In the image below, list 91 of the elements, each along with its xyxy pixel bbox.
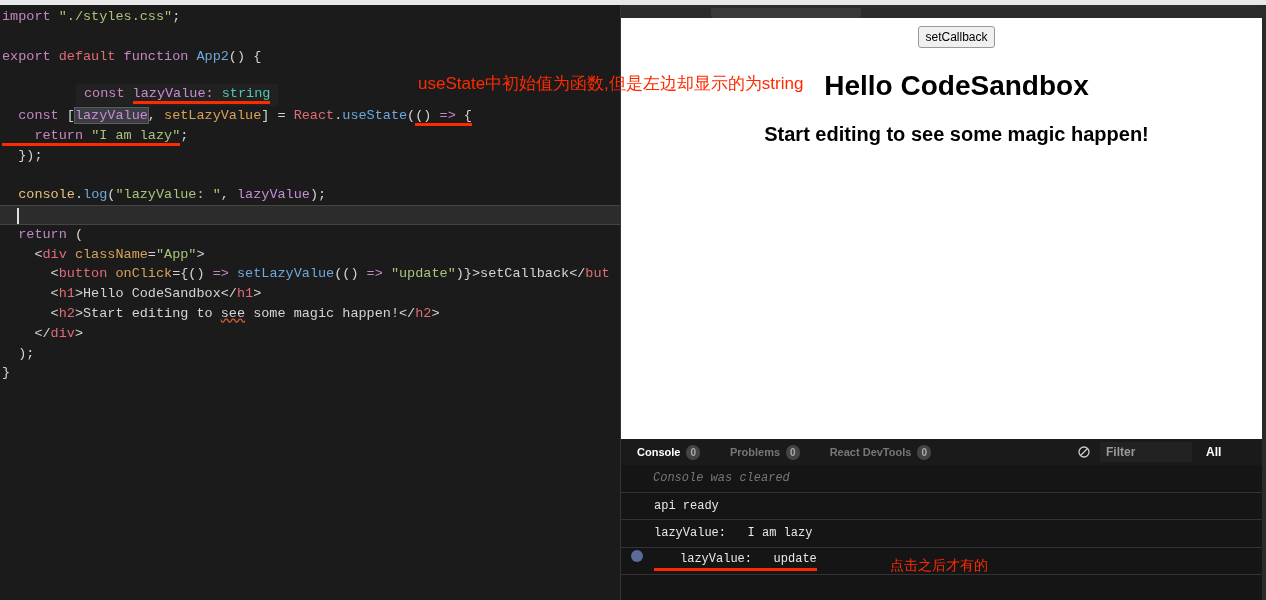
code-token: = — [147, 246, 156, 262]
code-token: { — [455, 108, 472, 126]
code-token: ); — [17, 345, 35, 361]
code-token: < — [49, 266, 59, 282]
code-token: App2 — [196, 48, 229, 64]
preview-heading: Hello CodeSandbox — [824, 69, 1089, 103]
set-callback-button[interactable]: setCallback — [918, 26, 995, 48]
code-token: h2 — [415, 305, 432, 321]
code-token: useState — [342, 108, 408, 123]
code-token: > — [431, 305, 440, 321]
clear-icon[interactable] — [1078, 446, 1090, 458]
preview-subheading: Start editing to see some magic happen! — [764, 122, 1149, 147]
code-token: "update" — [390, 266, 456, 282]
code-token: . — [74, 187, 84, 203]
code-token: h1 — [58, 286, 75, 302]
code-token: h1 — [236, 286, 254, 302]
code-token: but — [585, 266, 610, 282]
code-token: > — [196, 246, 205, 262]
code-token: setLazyValue — [237, 266, 335, 282]
filter-field[interactable]: Filter — [1100, 442, 1192, 462]
code-token: import — [2, 9, 52, 24]
code-token: , — [220, 187, 230, 203]
code-token: ( — [107, 187, 116, 203]
code-token: setLazyValue — [164, 108, 262, 123]
code-token: ( — [73, 226, 83, 242]
code-token: const — [84, 86, 126, 101]
code-token: onClick — [115, 266, 173, 282]
code-token: )}>setCallback</ — [455, 266, 586, 282]
log-level-select[interactable]: All — [1206, 443, 1246, 461]
code-token: lazyValue — [237, 187, 310, 203]
code-token: return — [2, 127, 92, 146]
code-token: function — [123, 48, 190, 64]
code-token: log — [83, 187, 108, 203]
code-token: ={() — [172, 266, 206, 282]
code-token: lazyValue: — [132, 86, 222, 104]
code-token: => — [439, 108, 456, 126]
code-token: . — [334, 108, 343, 123]
code-token: => — [366, 266, 384, 282]
code-token: see — [220, 305, 246, 321]
log-message: api ready — [654, 497, 719, 515]
count-badge: 0 — [786, 444, 800, 460]
code-token: >Start editing to — [74, 305, 214, 321]
code-token: export — [2, 48, 52, 64]
code-token: ; — [172, 9, 181, 24]
code-token: () — [415, 108, 440, 126]
count-badge: 0 — [686, 444, 700, 460]
annotation-text: 点击之后才有的 — [890, 556, 988, 576]
code-token: </ — [33, 325, 51, 341]
console-notice: Console was cleared — [653, 470, 790, 488]
log-message: lazyValue: update — [654, 550, 817, 572]
code-token: ); — [309, 187, 327, 203]
code-token: ; — [180, 127, 189, 143]
text-cursor — [17, 207, 19, 224]
code-token: < — [49, 286, 59, 302]
code-token: div — [50, 325, 75, 341]
code-token: }); — [17, 147, 43, 163]
code-token: className — [74, 246, 148, 262]
code-token: React — [293, 108, 335, 123]
code-token: button — [58, 266, 109, 282]
code-token: > — [74, 325, 84, 341]
code-token: default — [58, 48, 117, 64]
code-token: } — [2, 365, 11, 381]
log-message: lazyValue: I am lazy — [654, 525, 813, 543]
code-token: "I am lazy" — [91, 127, 181, 146]
console-tab[interactable]: Problems 0 — [729, 443, 800, 461]
console-tab[interactable]: Console 0 — [637, 443, 700, 461]
code-token: > — [253, 286, 262, 302]
code-token: h2 — [58, 305, 75, 321]
code-token: [ — [65, 108, 75, 123]
code-token: "./styles.css" — [58, 9, 173, 24]
code-token: (() — [334, 266, 360, 282]
code-token: => — [212, 266, 230, 282]
code-token: console — [17, 187, 75, 203]
code-token: some magic happen!</ — [252, 305, 416, 321]
code-token: "lazyValue: " — [115, 187, 221, 203]
code-token: ( — [407, 108, 416, 123]
code-token: >Hello CodeSandbox</ — [74, 286, 237, 302]
code-token: < — [49, 305, 59, 321]
code-token: , — [147, 108, 157, 123]
code-token: () { — [228, 48, 262, 64]
code-token: div — [42, 246, 68, 262]
count-badge: 0 — [917, 444, 931, 460]
code-token: const — [17, 108, 59, 123]
code-token: "App" — [155, 246, 197, 262]
console-tab[interactable]: React DevTools 0 — [829, 443, 931, 461]
info-icon — [631, 549, 643, 562]
code-token: ] = — [261, 108, 287, 123]
code-token: string — [221, 86, 271, 104]
code-token: < — [33, 246, 43, 262]
code-token: lazyValue — [74, 108, 148, 123]
code-token: return — [17, 226, 67, 242]
